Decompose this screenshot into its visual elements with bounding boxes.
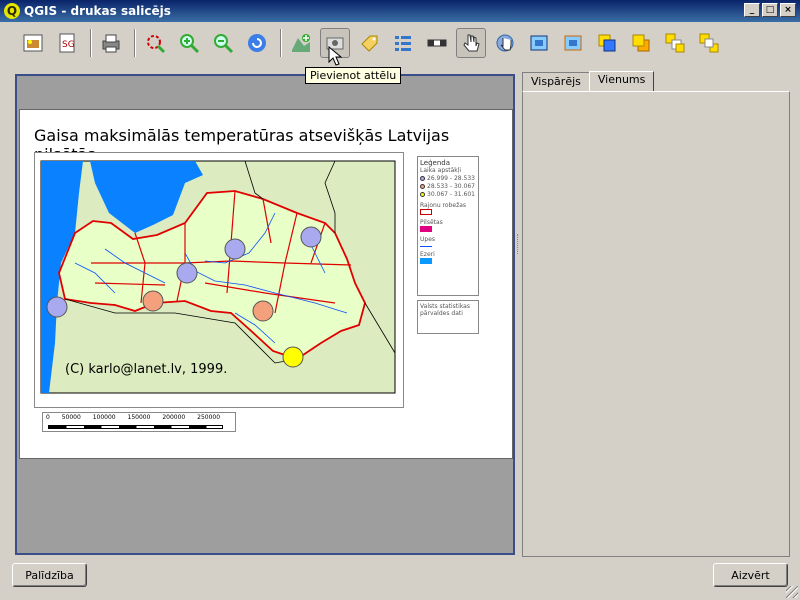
move-content-icon <box>496 34 514 52</box>
zoom-in-button[interactable] <box>174 28 204 58</box>
title-bar: Q QGIS - drukas salicējs _ □ × <box>0 0 800 22</box>
legend-class-swatch <box>420 176 425 181</box>
legend-lakes-label: Ezeri <box>420 251 435 258</box>
city-marker-rīga <box>176 262 198 284</box>
ungroup-icon <box>564 35 582 51</box>
legend-class-row: 30.067 - 31.601 <box>420 191 476 198</box>
map-item[interactable]: (C) karlo@lanet.lv, 1999. <box>34 152 404 408</box>
export-svg-icon: SG <box>59 33 75 53</box>
scalebar-graphic <box>48 425 223 429</box>
city-marker-jelgava <box>142 290 164 312</box>
tooltip: Pievienot attēlu <box>305 67 402 84</box>
scalebar-item[interactable]: 0 50000 100000 150000 200000 250000 <box>42 412 236 432</box>
add-scalebar-icon <box>427 39 447 47</box>
print-icon <box>102 34 120 53</box>
raise-button[interactable] <box>592 28 622 58</box>
properties-panel: Vispārējs Vienums <box>522 71 790 557</box>
minimize-button[interactable]: _ <box>744 3 760 17</box>
zoom-out-button[interactable] <box>208 28 238 58</box>
legend-rivers-label: Upes <box>420 236 436 243</box>
copyright-text: (C) karlo@lanet.lv, 1999. <box>65 362 227 377</box>
zoom-in-icon <box>180 34 200 54</box>
legend-class-label: 30.067 - 31.601 <box>427 191 475 198</box>
lower-button[interactable] <box>626 28 656 58</box>
legend-class-label: 28.533 - 30.067 <box>427 183 475 190</box>
legend-districts-label: Rajonu robežas <box>420 202 467 209</box>
add-map-icon <box>292 34 310 52</box>
rivers-swatch <box>420 246 432 247</box>
latvia-map: (C) karlo@lanet.lv, 1999. <box>40 160 396 394</box>
legend-group-label: Laika apstākļi <box>420 167 462 174</box>
tab-content <box>522 91 790 557</box>
legend-item[interactable]: Leģenda Laika apstākļi 26.999 - 28.533 28… <box>417 156 479 296</box>
city-marker-valmiera <box>224 238 246 260</box>
city-marker-ventspils <box>46 296 68 318</box>
lakes-swatch <box>420 258 432 264</box>
add-map-button[interactable] <box>286 28 316 58</box>
cities-swatch <box>420 226 432 232</box>
qgis-logo-icon: Q <box>4 3 20 19</box>
legend-title: Leģenda <box>420 159 451 167</box>
group-button[interactable] <box>524 28 554 58</box>
move-bottom-button[interactable] <box>694 28 724 58</box>
zoom-out-icon <box>214 34 234 54</box>
export-svg-button[interactable]: SG <box>52 28 82 58</box>
city-marker-bauska <box>252 300 274 322</box>
composer-toolbar: SG <box>0 22 800 64</box>
close-button[interactable]: Aizvērt <box>713 563 788 587</box>
resize-grip[interactable] <box>786 586 798 598</box>
svg-text:SG: SG <box>62 40 75 50</box>
city-marker-daugavpils <box>282 346 304 368</box>
composition-page[interactable]: Gaisa maksimālās temperatūras atsevišķās… <box>19 109 513 459</box>
select-move-icon <box>463 34 480 52</box>
maximize-button[interactable]: □ <box>762 3 778 17</box>
add-legend-button[interactable] <box>388 28 418 58</box>
group-icon <box>530 35 548 51</box>
add-legend-icon <box>395 36 411 51</box>
lower-icon <box>632 34 650 52</box>
legend-class-swatch <box>420 184 425 189</box>
districts-swatch <box>420 209 432 215</box>
mouse-cursor-icon <box>328 46 343 66</box>
export-image-button[interactable] <box>18 28 48 58</box>
refresh-icon <box>248 34 266 52</box>
splitter-handle[interactable] <box>517 234 521 254</box>
zoom-full-button[interactable] <box>140 28 170 58</box>
close-window-button[interactable]: × <box>780 3 796 17</box>
help-button[interactable]: Palīdzība <box>12 563 87 587</box>
legend-class-swatch <box>420 192 425 197</box>
legend-cities-label: Pilsētas <box>420 219 443 226</box>
move-bottom-icon <box>699 33 719 53</box>
scalebar-labels: 0 50000 100000 150000 200000 250000 <box>46 414 221 421</box>
raise-icon <box>598 34 616 52</box>
add-label-icon <box>361 35 378 52</box>
select-move-button[interactable] <box>456 28 486 58</box>
export-image-icon <box>23 34 43 52</box>
move-top-button[interactable] <box>660 28 690 58</box>
add-label-button[interactable] <box>354 28 384 58</box>
window-title: QGIS - drukas salicējs <box>24 4 171 18</box>
legend-class-row: 28.533 - 30.067 <box>420 183 476 190</box>
city-marker-alūksne <box>300 226 322 248</box>
move-content-button[interactable] <box>490 28 520 58</box>
add-scalebar-button[interactable] <box>422 28 452 58</box>
print-button[interactable] <box>96 28 126 58</box>
tab-general[interactable]: Vispārējs <box>522 72 590 92</box>
legend-class-row: 26.999 - 28.533 <box>420 175 476 182</box>
zoom-full-icon <box>147 35 166 54</box>
refresh-button[interactable] <box>242 28 272 58</box>
legend-class-label: 26.999 - 28.533 <box>427 175 475 182</box>
move-top-icon <box>665 33 685 53</box>
composer-canvas[interactable]: Gaisa maksimālās temperatūras atsevišķās… <box>15 74 515 555</box>
source-label-item[interactable]: Valsts statistikas pārvaldes dati <box>417 300 479 334</box>
tab-item[interactable]: Vienums <box>588 71 655 91</box>
ungroup-button[interactable] <box>558 28 588 58</box>
